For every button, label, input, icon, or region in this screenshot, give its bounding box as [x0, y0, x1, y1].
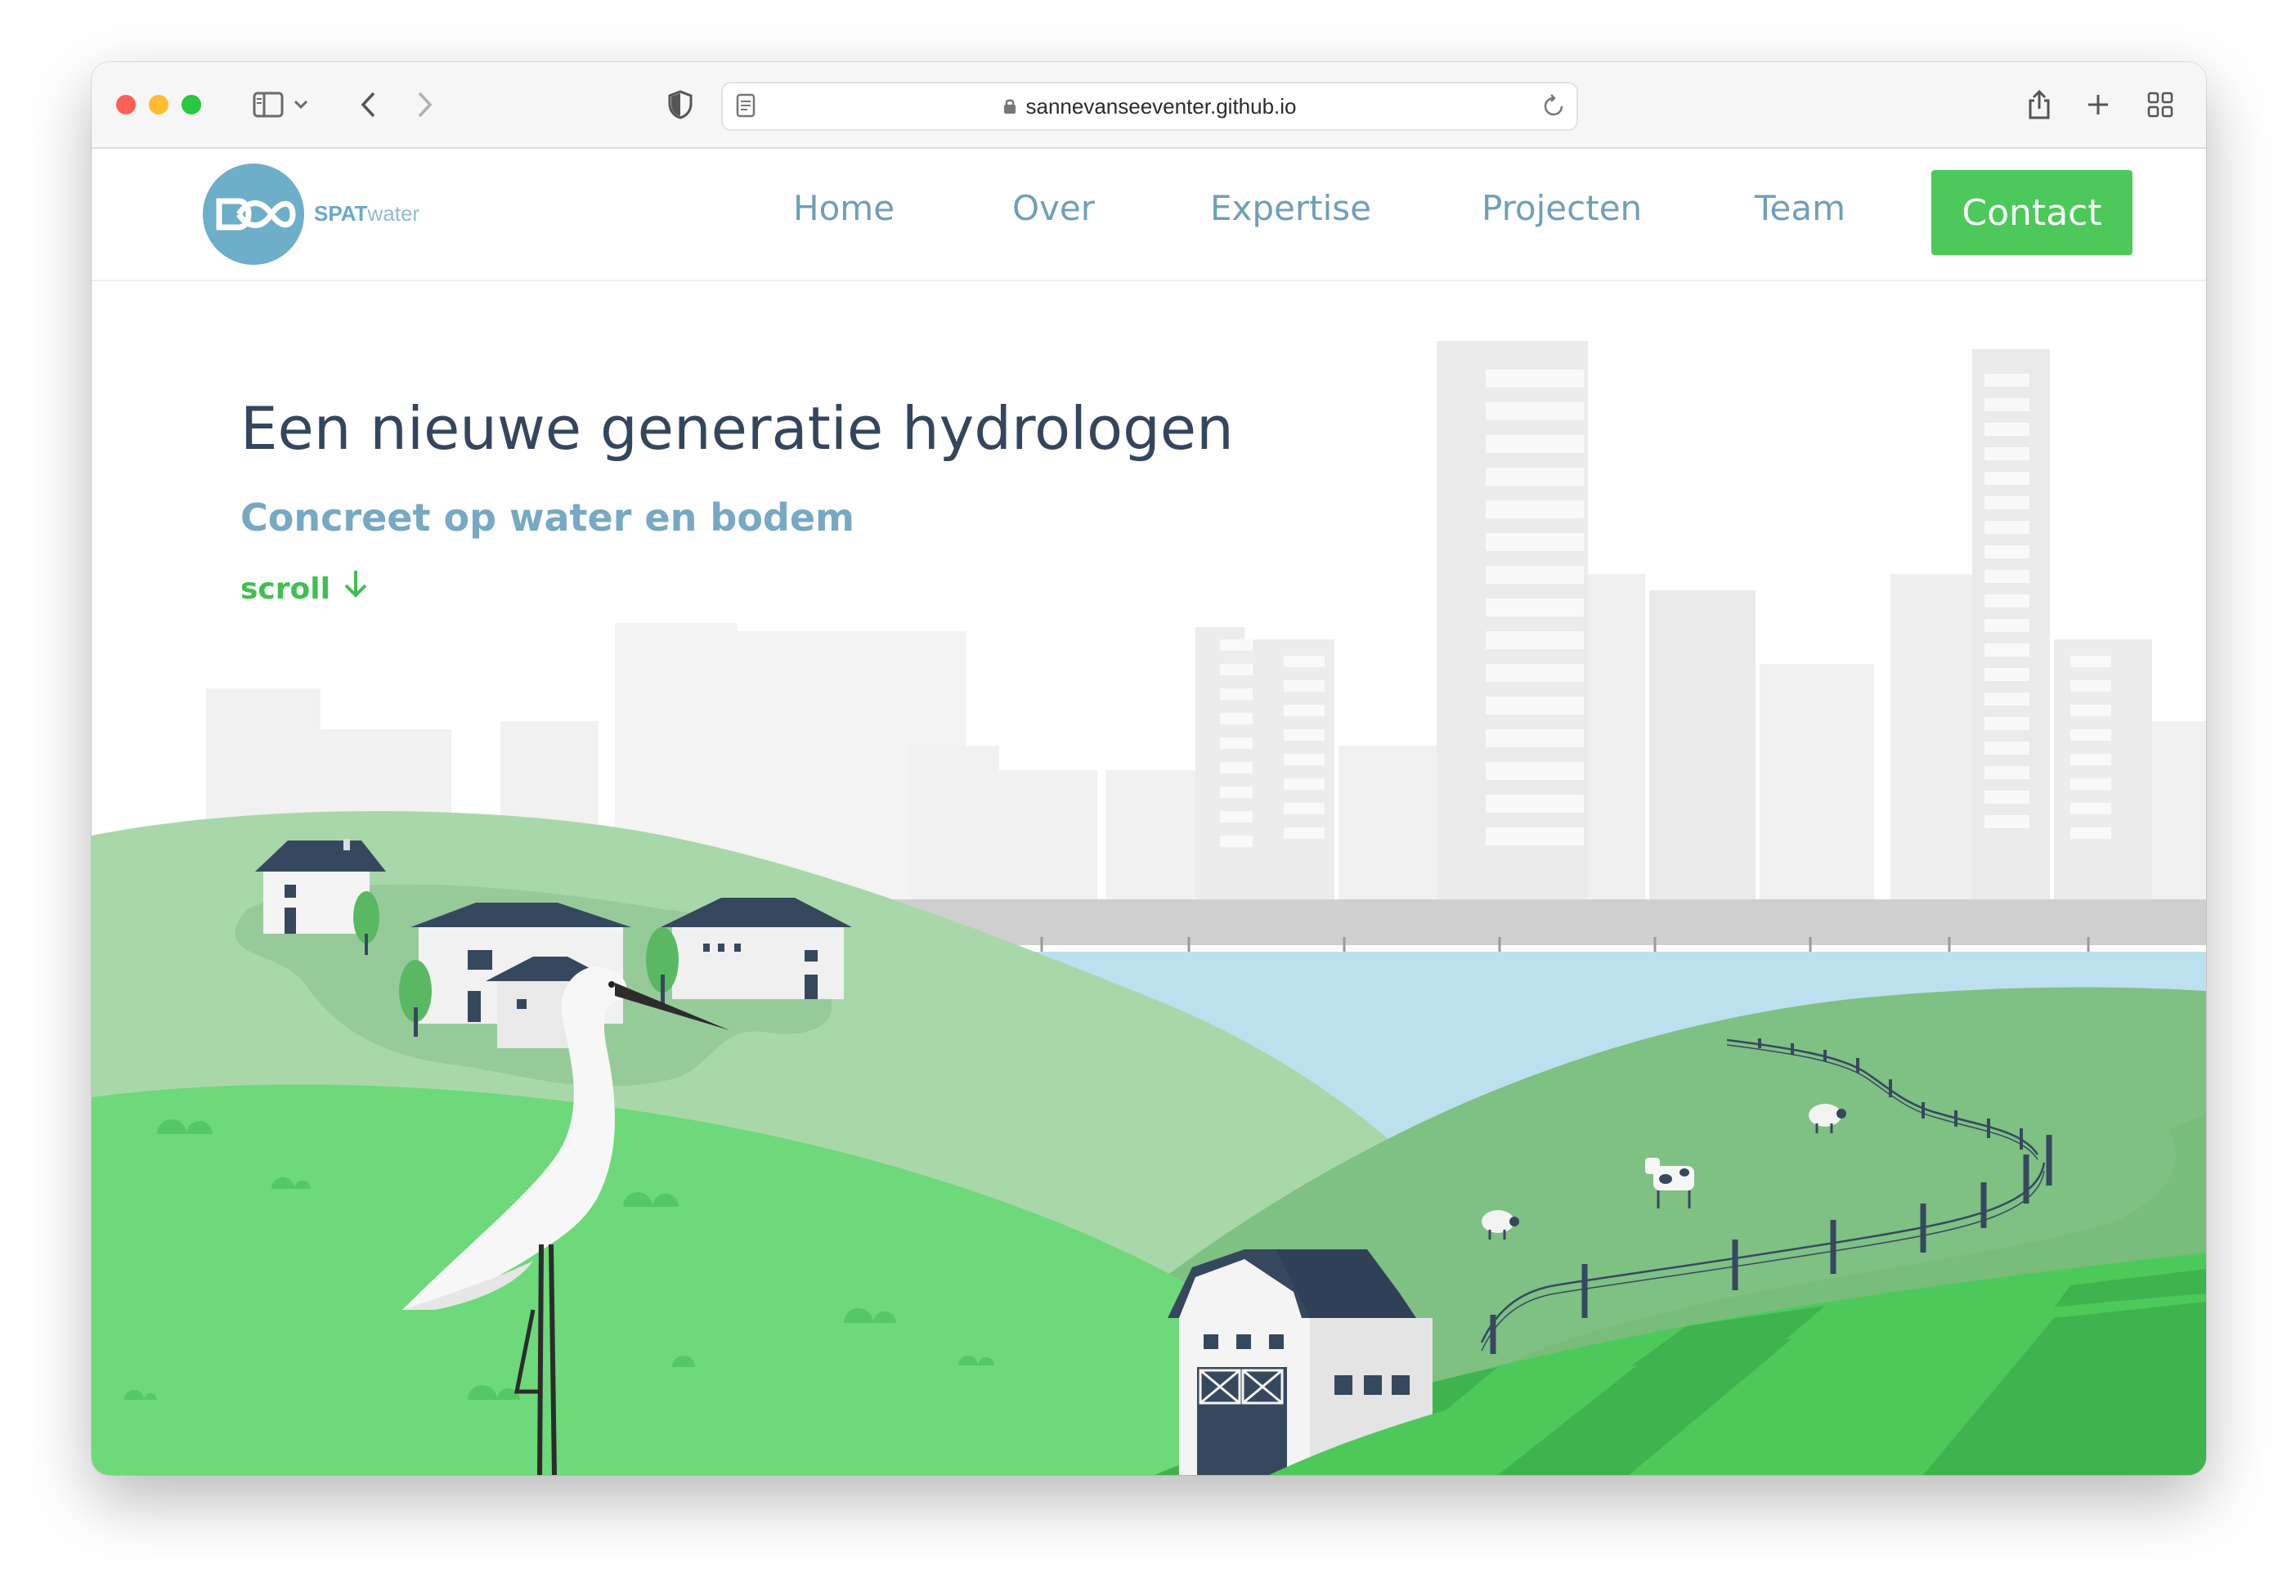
zoom-window-button[interactable]: [182, 95, 201, 114]
lock-icon: [1002, 97, 1017, 115]
new-tab-icon[interactable]: [2082, 88, 2114, 121]
browser-toolbar: sannevanseeventer.github.io: [92, 62, 2206, 149]
page-icon: [736, 93, 756, 123]
back-icon[interactable]: [352, 88, 384, 121]
sidebar-toggle-icon[interactable]: [252, 88, 285, 121]
logo-suffix: water: [367, 201, 420, 226]
scroll-label: scroll: [240, 572, 330, 606]
minimize-window-button[interactable]: [149, 95, 168, 114]
reload-icon[interactable]: [1542, 93, 1565, 123]
contact-button[interactable]: Contact: [1931, 170, 2132, 255]
landscape-illustration: [92, 341, 2206, 1475]
quay-wall: [827, 899, 2206, 945]
nav-link-over[interactable]: Over: [1012, 188, 1095, 228]
tab-overview-icon[interactable]: [2144, 88, 2177, 121]
forward-icon[interactable]: [409, 88, 442, 121]
nav-link-team[interactable]: Team: [1755, 188, 1845, 228]
hero-subtitle: Concreet op water en bodem: [240, 495, 854, 540]
logo-brand: SPAT: [314, 201, 368, 226]
arrow-down-icon: [344, 570, 367, 598]
chevron-down-icon[interactable]: [291, 88, 311, 121]
scroll-link[interactable]: scroll: [240, 570, 370, 606]
browser-window: sannevanseeventer.github.io SPATwater Ho…: [92, 62, 2206, 1475]
close-window-button[interactable]: [116, 95, 136, 114]
logo-wordmark[interactable]: SPATwater: [314, 201, 419, 226]
address-bar[interactable]: sannevanseeventer.github.io: [721, 82, 1578, 131]
share-icon[interactable]: [2023, 88, 2056, 121]
url-text: sannevanseeventer.github.io: [1025, 93, 1297, 119]
web-page: SPATwater Home Over Expertise Projecten …: [92, 149, 2206, 1475]
nav-link-expertise[interactable]: Expertise: [1210, 188, 1371, 228]
nav-link-home[interactable]: Home: [793, 188, 895, 228]
nav-link-projecten[interactable]: Projecten: [1482, 188, 1642, 228]
privacy-shield-icon[interactable]: [664, 88, 697, 121]
hero-title: Een nieuwe generatie hydrologen: [240, 394, 1234, 463]
spatwater-logo[interactable]: [203, 164, 304, 265]
site-navbar: SPATwater Home Over Expertise Projecten …: [92, 149, 2206, 281]
infinity-logo-icon: [216, 198, 296, 231]
